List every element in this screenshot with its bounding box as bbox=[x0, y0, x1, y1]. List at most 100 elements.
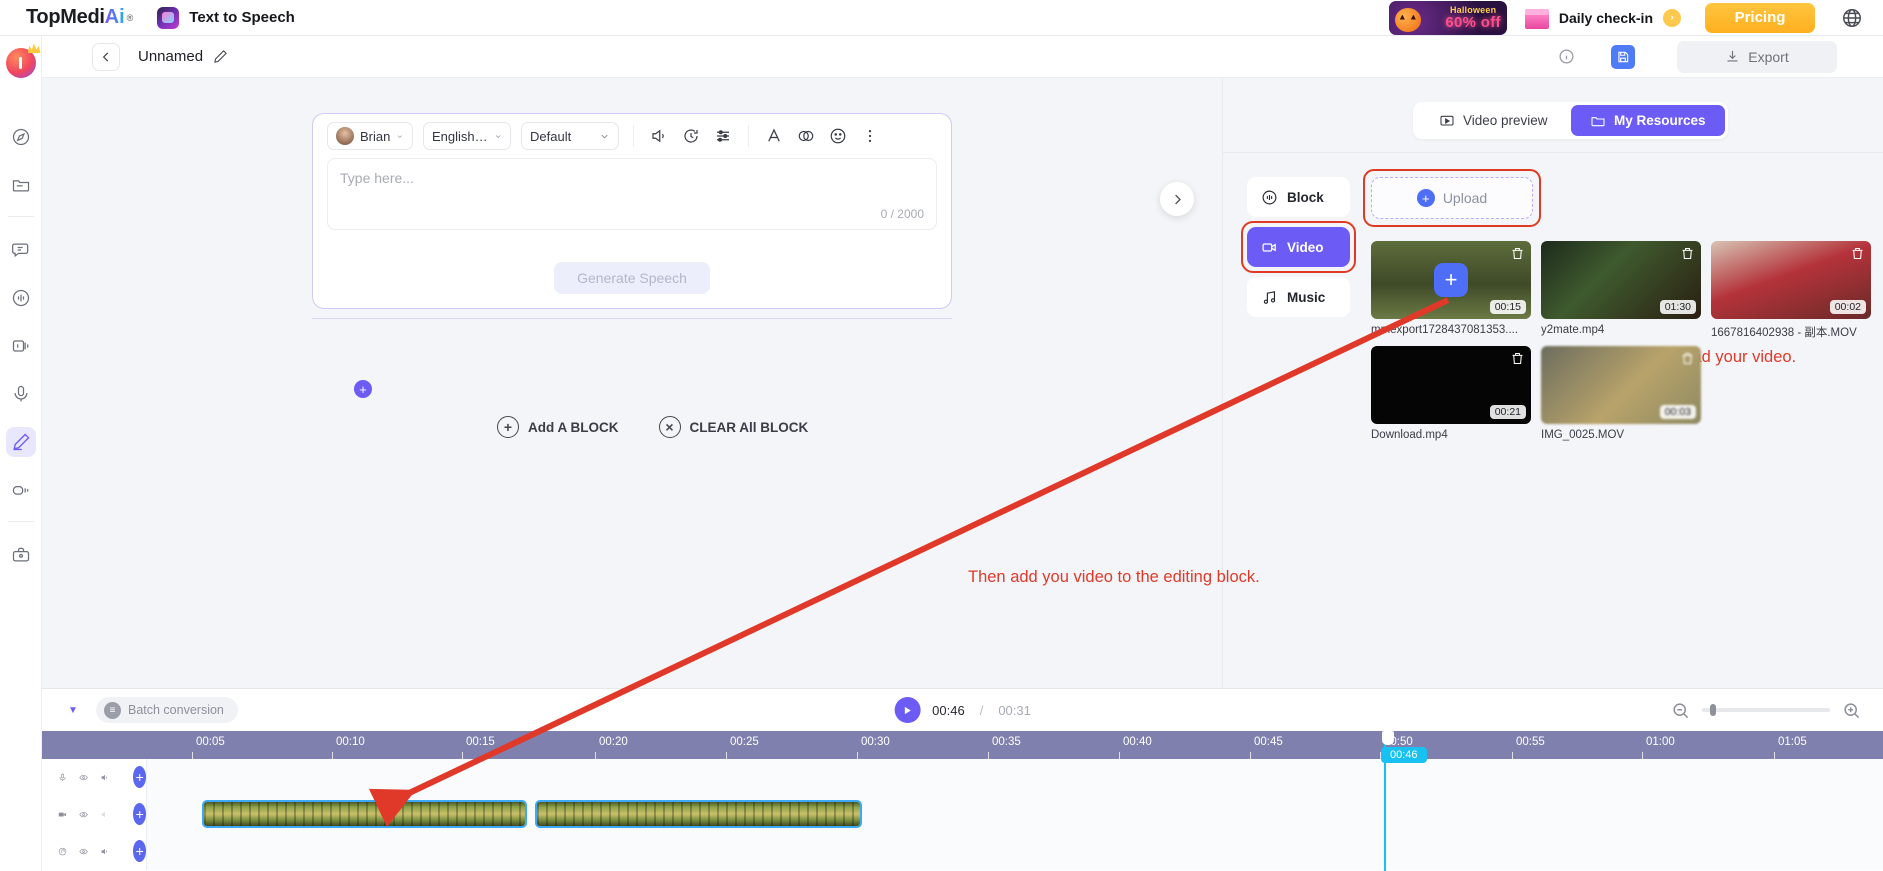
sidebar-item-explore[interactable] bbox=[6, 122, 36, 152]
rail-divider-1 bbox=[7, 216, 34, 217]
sidebar-item-voice-changer[interactable] bbox=[6, 475, 36, 505]
caret-down-icon[interactable]: ▼ bbox=[62, 699, 84, 721]
video-grid-row-1: + 00:15 mmexport1728437081353.... 01:30 … bbox=[1371, 241, 1871, 340]
speaker-icon[interactable] bbox=[100, 769, 109, 785]
sidebar-item-edit-pen[interactable] bbox=[5, 427, 36, 457]
video-track-lane[interactable] bbox=[147, 795, 1883, 833]
music-track-lane[interactable] bbox=[147, 832, 1883, 870]
user-avatar[interactable] bbox=[5, 43, 41, 78]
sidebar-item-cards[interactable] bbox=[6, 331, 36, 361]
sidebar-item-toolbox[interactable] bbox=[6, 540, 36, 570]
timeline-clip[interactable] bbox=[535, 799, 862, 828]
trash-icon[interactable] bbox=[1680, 246, 1695, 261]
style-selector[interactable]: Default bbox=[521, 122, 619, 150]
add-voice-track-button[interactable]: + bbox=[133, 766, 146, 788]
speaker-icon[interactable] bbox=[100, 843, 109, 859]
sidebar-item-audio-wave[interactable] bbox=[6, 283, 36, 313]
volume-icon[interactable] bbox=[648, 125, 670, 147]
brand-logo[interactable]: TopMedi Ai ® bbox=[26, 6, 133, 29]
video-thumbnail[interactable]: 00:21 bbox=[1371, 346, 1531, 424]
add-block-dot-button[interactable]: + bbox=[354, 380, 372, 398]
video-grid-row-2: 00:21 Download.mp4 00:03 IMG_0025.MOV bbox=[1371, 346, 1871, 441]
voice-track-lane[interactable] bbox=[147, 758, 1883, 796]
video-thumbnail[interactable]: 00:02 bbox=[1711, 241, 1871, 319]
speech-textarea[interactable]: Type here... 0 / 2000 bbox=[327, 158, 937, 230]
sidebar-item-microphone[interactable] bbox=[6, 379, 36, 409]
contrast-icon[interactable] bbox=[795, 125, 817, 147]
trash-icon[interactable] bbox=[1850, 246, 1865, 261]
music-track-icon[interactable] bbox=[58, 843, 67, 859]
playhead-handle[interactable] bbox=[1382, 731, 1394, 745]
clear-all-blocks-button[interactable]: × CLEAR All BLOCK bbox=[658, 416, 808, 438]
video-item[interactable]: 01:30 y2mate.mp4 bbox=[1541, 241, 1701, 340]
add-video-track-button[interactable]: + bbox=[133, 803, 146, 825]
emoji-icon[interactable] bbox=[827, 125, 849, 147]
category-video[interactable]: Video bbox=[1247, 227, 1350, 267]
generate-speech-button[interactable]: Generate Speech bbox=[554, 262, 710, 294]
timeline-playhead[interactable]: 00:46 bbox=[1381, 731, 1427, 871]
sidebar-item-folder[interactable] bbox=[6, 170, 36, 200]
category-music[interactable]: Music bbox=[1247, 277, 1350, 317]
textarea-placeholder: Type here... bbox=[340, 170, 414, 186]
voice-selector[interactable]: Brian bbox=[327, 122, 413, 150]
annotation-add-hint: Then add you video to the editing block. bbox=[968, 568, 1260, 586]
zoom-slider-knob[interactable] bbox=[1710, 704, 1716, 716]
timeline-ruler[interactable]: 00:05 00:10 00:15 00:20 00:25 00:30 00:3… bbox=[42, 731, 1883, 759]
download-icon bbox=[1727, 50, 1738, 62]
trash-icon[interactable] bbox=[1510, 351, 1525, 366]
video-item[interactable]: 00:21 Download.mp4 bbox=[1371, 346, 1531, 441]
pencil-icon[interactable] bbox=[213, 49, 228, 64]
add-block-divider bbox=[312, 318, 952, 319]
speaker-muted-icon[interactable] bbox=[100, 806, 109, 822]
zoom-in-icon[interactable] bbox=[1842, 701, 1861, 720]
equalizer-icon[interactable] bbox=[712, 125, 734, 147]
batch-conversion-button[interactable]: ≡ Batch conversion bbox=[96, 697, 238, 723]
play-icon bbox=[904, 706, 911, 714]
language-selector[interactable]: English… bbox=[423, 122, 511, 150]
microphone-track-icon[interactable] bbox=[58, 769, 67, 785]
speed-timer-icon[interactable] bbox=[680, 125, 702, 147]
info-icon[interactable] bbox=[1558, 48, 1575, 65]
panel-collapse-button[interactable] bbox=[1160, 182, 1194, 216]
promo-line-2: 60% off bbox=[1445, 13, 1501, 31]
zoom-out-icon[interactable] bbox=[1671, 701, 1690, 720]
save-icon[interactable] bbox=[1611, 44, 1635, 69]
upload-button[interactable]: + Upload bbox=[1371, 177, 1533, 219]
eye-icon[interactable] bbox=[79, 769, 88, 785]
trash-icon[interactable] bbox=[1680, 351, 1695, 366]
trash-icon[interactable] bbox=[1510, 246, 1525, 261]
video-item[interactable]: 00:02 1667816402938 - 副本.MOV bbox=[1711, 241, 1871, 340]
eye-icon[interactable] bbox=[79, 843, 88, 859]
add-to-timeline-button[interactable]: + bbox=[1434, 263, 1468, 297]
add-a-block-button[interactable]: + Add A BLOCK bbox=[497, 416, 619, 438]
category-block[interactable]: Block bbox=[1247, 177, 1350, 217]
video-thumbnail[interactable]: + 00:15 bbox=[1371, 241, 1531, 319]
video-track-icon[interactable] bbox=[58, 806, 67, 822]
ruler-tick-label: 01:05 bbox=[1778, 736, 1807, 748]
tab-video-preview[interactable]: Video preview bbox=[1416, 105, 1571, 136]
export-button[interactable]: Export bbox=[1677, 40, 1837, 73]
project-name[interactable]: Unnamed bbox=[138, 48, 203, 65]
video-thumbnail[interactable]: 01:30 bbox=[1541, 241, 1701, 319]
video-item[interactable]: 00:03 IMG_0025.MOV bbox=[1541, 346, 1701, 441]
eye-icon[interactable] bbox=[79, 806, 88, 822]
timeline-clip[interactable] bbox=[202, 799, 527, 828]
video-thumbnail[interactable]: 00:03 bbox=[1541, 346, 1701, 424]
checkin-chevron-icon[interactable]: › bbox=[1663, 8, 1681, 27]
globe-icon[interactable] bbox=[1841, 7, 1863, 29]
timeline-track-voice: + bbox=[42, 758, 1883, 796]
text-format-icon[interactable] bbox=[763, 125, 785, 147]
zoom-slider[interactable] bbox=[1702, 704, 1830, 716]
daily-checkin-label[interactable]: Daily check-in bbox=[1559, 10, 1653, 26]
ruler-tick-label: 00:20 bbox=[599, 736, 628, 748]
play-button[interactable] bbox=[894, 697, 921, 723]
back-button[interactable] bbox=[92, 42, 120, 71]
add-music-track-button[interactable]: + bbox=[133, 840, 146, 862]
tab-my-resources[interactable]: My Resources bbox=[1570, 105, 1725, 136]
halloween-promo-banner[interactable]: Halloween 60% off bbox=[1388, 0, 1507, 35]
video-item[interactable]: + 00:15 mmexport1728437081353.... bbox=[1371, 241, 1531, 340]
pricing-button[interactable]: Pricing bbox=[1705, 2, 1815, 33]
more-options-icon[interactable] bbox=[859, 125, 881, 147]
video-duration: 00:15 bbox=[1489, 300, 1526, 314]
sidebar-item-voice-chat[interactable] bbox=[6, 235, 36, 265]
